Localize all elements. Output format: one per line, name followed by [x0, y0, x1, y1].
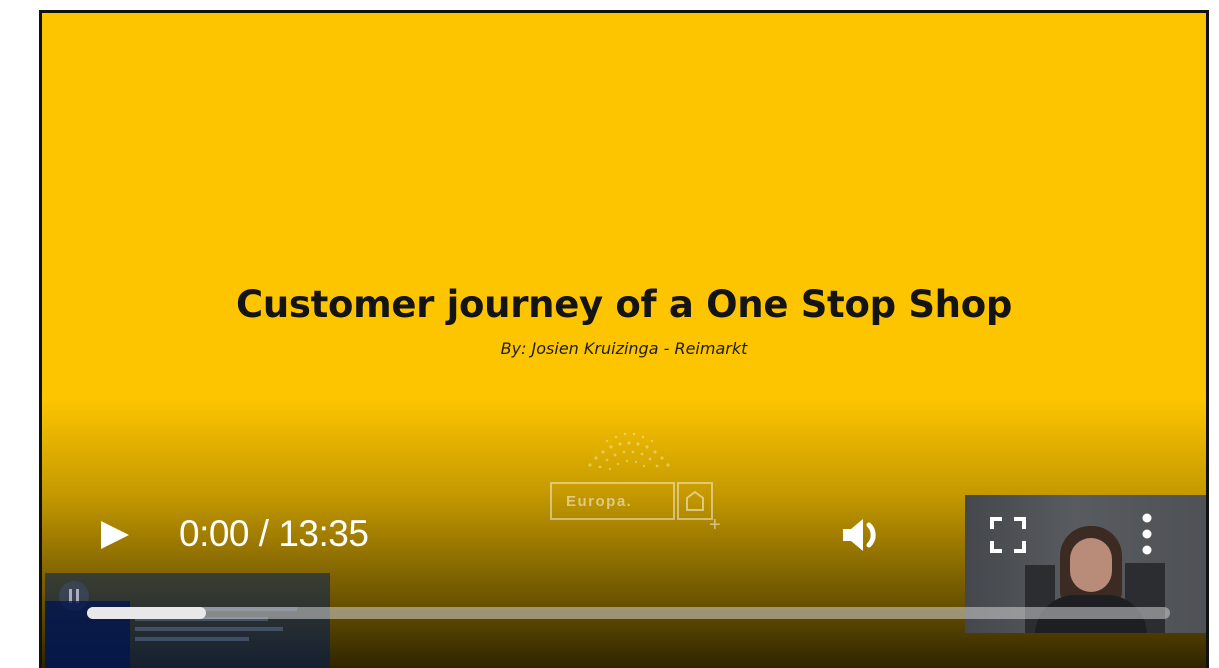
- play-button[interactable]: [95, 513, 135, 557]
- play-icon: [101, 521, 129, 549]
- fullscreen-button[interactable]: [988, 515, 1028, 555]
- more-options-button[interactable]: [1134, 509, 1160, 559]
- slide-title: Customer journey of a One Stop Shop: [235, 283, 1013, 326]
- logo-box: Europa.: [550, 482, 675, 520]
- logo-text: Europa.: [566, 493, 633, 510]
- time-display: 0:00 / 13:35: [179, 513, 369, 554]
- video-player[interactable]: Customer journey of a One Stop Shop By: …: [39, 10, 1209, 668]
- more-vertical-icon: [1142, 513, 1152, 555]
- fullscreen-icon: [990, 517, 1026, 553]
- logo-dots-icon: [588, 432, 670, 471]
- progress-played: [87, 607, 207, 619]
- europa-logo: Europa. +: [550, 425, 721, 536]
- house-icon: [677, 482, 713, 520]
- volume-button[interactable]: [839, 513, 891, 557]
- progress-bar[interactable]: [87, 607, 1170, 619]
- presenter-face: [1070, 538, 1112, 592]
- volume-icon: [843, 519, 876, 551]
- slide-subtitle: By: Josien Kruizinga - Reimarkt: [500, 339, 748, 358]
- plus-icon: +: [709, 514, 721, 536]
- video-frame[interactable]: Customer journey of a One Stop Shop By: …: [42, 13, 1206, 668]
- preview-thumbnail: [45, 573, 330, 668]
